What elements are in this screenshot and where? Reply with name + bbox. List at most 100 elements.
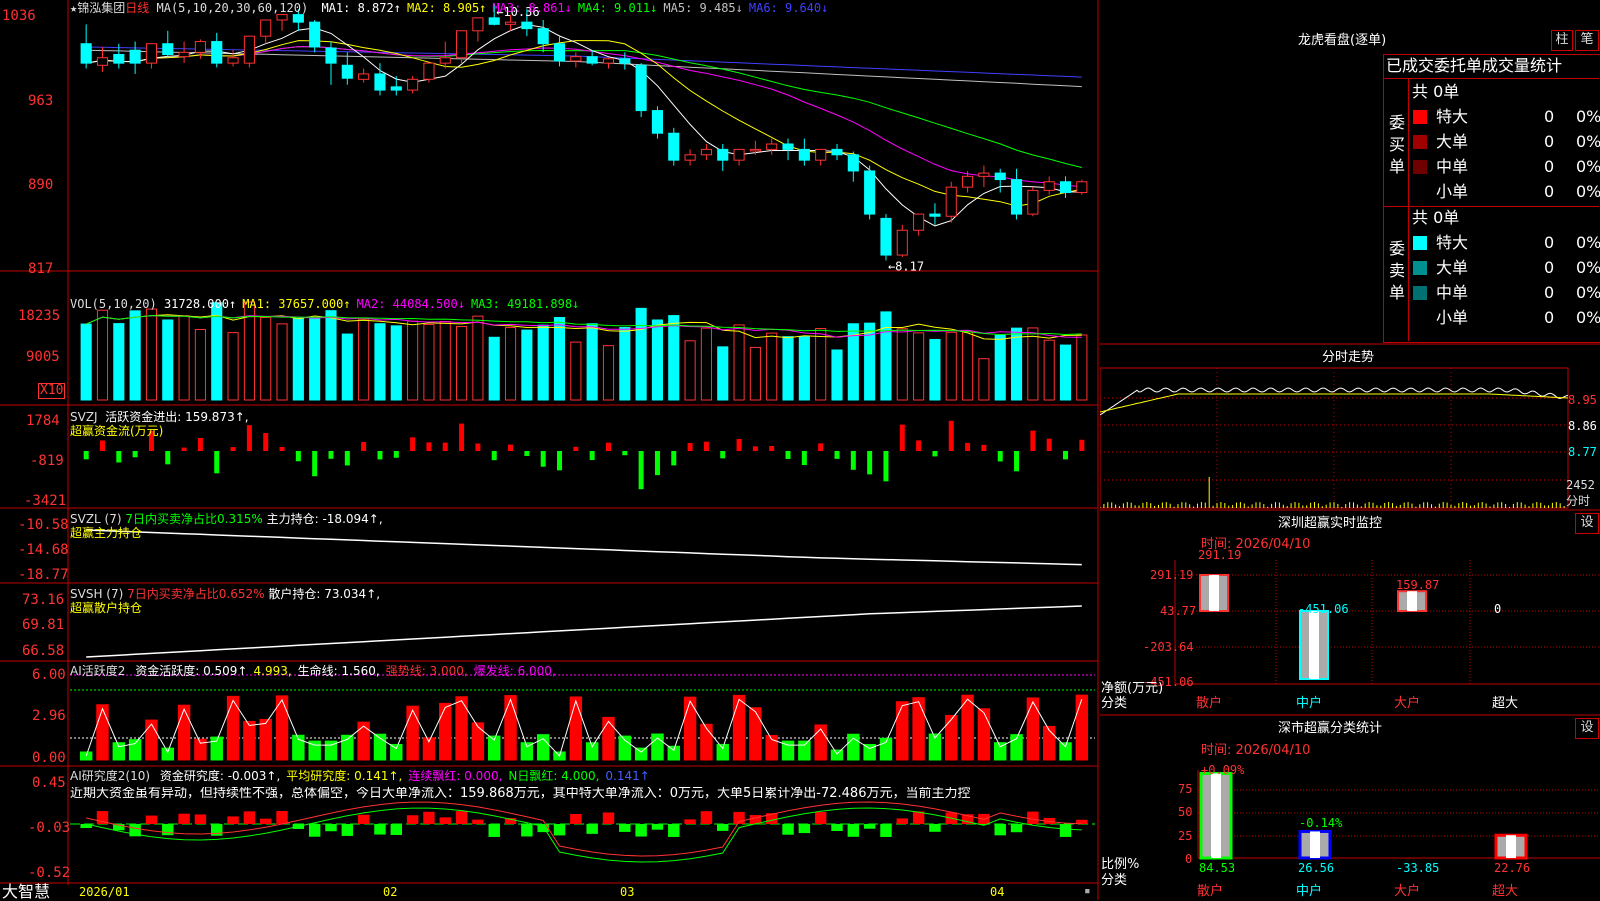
fund-flow-bar [524, 451, 530, 456]
volume-bar [815, 327, 827, 401]
candle-body [896, 229, 908, 256]
fund-flow-bar [263, 433, 269, 451]
activity-bar [390, 743, 403, 761]
research-bar [896, 818, 909, 824]
sz-category-settings-button[interactable]: 设 [1575, 718, 1599, 739]
volume-bar [145, 308, 158, 401]
volume-bar [521, 329, 533, 401]
research-bar [586, 824, 598, 834]
activity-bar [145, 719, 158, 761]
fund-flow-bar [834, 451, 840, 459]
buy-color-swatch [1413, 160, 1427, 174]
research-bar [814, 811, 827, 824]
volume-bar [684, 340, 696, 401]
candle-body [211, 41, 223, 64]
sz-category-chart [1197, 770, 1600, 860]
buy-label-char: 委 [1388, 113, 1405, 132]
sz-value-label: 291.19 [1198, 548, 1242, 562]
column-view-button[interactable]: 柱 [1551, 30, 1573, 51]
volume-bar [488, 336, 500, 401]
research-bar [357, 814, 370, 824]
candle-body [537, 28, 549, 45]
fund-flow-bar [99, 440, 105, 451]
main-chart-area[interactable]: ←10.36←8.17 [0, 0, 1100, 900]
candle-body [864, 170, 876, 215]
candle-body [929, 213, 941, 217]
intraday-y-tick-2: 8.77 [1568, 445, 1597, 459]
sz-monitor-settings-button[interactable]: 设 [1575, 513, 1599, 534]
research-bar [831, 824, 843, 831]
sell-color-swatch [1413, 236, 1427, 250]
ma-value-4: MA5: 9.485↓ [663, 1, 743, 15]
tick-view-button[interactable]: 笔 [1575, 30, 1599, 51]
lock-icon[interactable]: ▪ [1084, 884, 1091, 898]
research-bar [341, 824, 354, 836]
fund-flow-bar [785, 451, 791, 459]
sc-category-label: 中户 [1296, 884, 1323, 899]
research-bar [684, 819, 696, 824]
y-tick-svzl-2: -18.77 [18, 567, 69, 583]
candle-body [113, 54, 125, 64]
candle-body [423, 62, 435, 80]
volume-bar [929, 339, 941, 401]
sz-y-tick-1: 43.77 [1160, 604, 1197, 618]
candle-body [1076, 181, 1088, 194]
volume-bar [260, 316, 272, 401]
candle-body [325, 47, 337, 64]
sell-label-char: 委 [1388, 239, 1405, 258]
fund-flow-bar [703, 441, 709, 451]
fund-flow-bar [981, 444, 987, 451]
fund-flow-bar [622, 451, 628, 456]
volume-bar [292, 317, 304, 401]
buy-color-swatch [1413, 110, 1427, 124]
volume-bar [1027, 327, 1039, 401]
activity-bar [112, 742, 126, 761]
activity-bar [977, 708, 991, 761]
research-bar [406, 815, 419, 824]
candle-body [243, 35, 255, 64]
candle-body [504, 21, 517, 25]
fund-flow-bar [638, 451, 644, 490]
date-axis-label-2: 03 [620, 885, 635, 899]
research-bar [782, 824, 794, 835]
sc-value-label: -33.85 [1396, 861, 1440, 875]
activity-bar [749, 707, 762, 761]
volume-bar [635, 307, 647, 401]
candle-body [1010, 179, 1023, 215]
research-bar [325, 824, 337, 832]
sell-row: 特大 0 0% [1412, 232, 1600, 254]
sell-pct: 0% [1576, 233, 1600, 252]
research-bar [521, 824, 533, 837]
sz-category-label: 中户 [1296, 696, 1323, 711]
stock-name[interactable]: 锦泓集团 [77, 1, 125, 15]
activity-bar [471, 722, 485, 761]
y-tick-svzj-1: -819 [30, 453, 64, 469]
candle-body [80, 43, 92, 64]
volume-bar [766, 332, 778, 401]
vol-value: 31728.000↑ [163, 297, 237, 311]
intraday-vol-tick: 2452 [1566, 478, 1595, 492]
period-label[interactable]: 日线 [125, 1, 149, 15]
volume-bar [472, 315, 484, 401]
buy-row: 特大 0 0% [1412, 106, 1600, 128]
volume-bar [1010, 327, 1023, 401]
fund-flow-bar [442, 442, 448, 451]
fund-flow-bar [312, 451, 318, 477]
buy-name: 中单 [1436, 157, 1469, 176]
y-tick-svsh-0: 73.16 [22, 592, 65, 608]
sell-label-char: 单 [1388, 283, 1405, 302]
volume-bar [553, 317, 566, 401]
buy-row: 大单 0 0% [1412, 131, 1600, 153]
candle-body [145, 43, 158, 64]
ai1-value-1: 4.993, [253, 664, 292, 678]
sz-x-axis-label: 分类 [1101, 696, 1128, 711]
research-bar [553, 824, 566, 836]
sell-count: 0 [1544, 258, 1555, 277]
research-bar [1027, 811, 1039, 824]
fund-flow-bar [459, 423, 465, 451]
ma-value-2: MA3: 8.861↓ [492, 1, 572, 15]
research-bar [423, 811, 435, 824]
y-tick-svzl-0: -10.58 [18, 517, 69, 533]
fund-flow-bar [736, 439, 742, 451]
volume-bar [390, 325, 402, 401]
